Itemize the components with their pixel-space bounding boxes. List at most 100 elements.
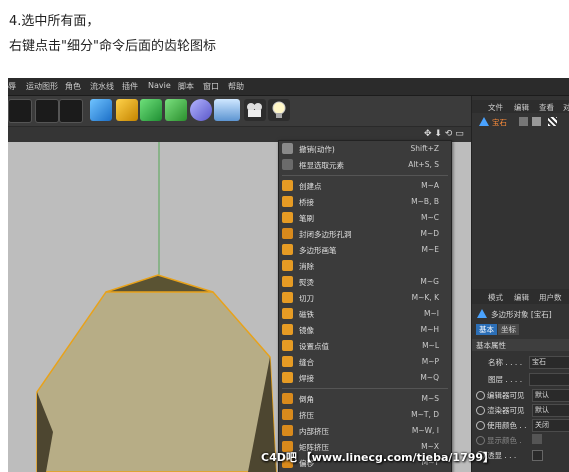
context-menu: 撤销(动作) Shift+Z 框显选取元素 Alt+S, S 创建点 M~A 桥接 M~… xyxy=(278,140,452,472)
ctx-dissolve[interactable]: 消除 xyxy=(279,258,451,274)
caption-step: 4.选中所有面， xyxy=(9,14,100,29)
animate-dot-icon[interactable] xyxy=(476,391,485,400)
ctx-bevel[interactable]: 倒角 M~S xyxy=(279,391,451,407)
polygon-pen-icon xyxy=(282,244,293,255)
tab-object[interactable]: 对 xyxy=(563,102,569,113)
menu-separator xyxy=(282,388,448,389)
animate-dot-icon[interactable] xyxy=(476,436,485,445)
menu-item-window[interactable]: 窗口 xyxy=(203,81,219,92)
field-label-use-color: 使用颜色 . . xyxy=(487,421,527,430)
ctx-extrude[interactable]: 挤压 M~T, D xyxy=(279,407,451,423)
bridge-icon xyxy=(282,196,293,207)
visibility-icon[interactable] xyxy=(532,117,541,126)
brush-icon xyxy=(282,212,293,223)
field-label-display-color: 显示颜色 . xyxy=(487,436,522,445)
ctx-polygon-pen[interactable]: 多边形画笔 M~E xyxy=(279,242,451,258)
section-header: 基本属性 xyxy=(472,339,569,351)
menu-item-navie[interactable]: Navie xyxy=(148,81,171,90)
tab-view[interactable]: 查看 xyxy=(539,102,554,113)
stitch-icon xyxy=(282,356,293,367)
object-name: 宝石 xyxy=(492,118,507,127)
weld-icon xyxy=(282,372,293,383)
material-tag-icon[interactable] xyxy=(548,117,557,126)
animate-dot-icon[interactable] xyxy=(476,406,485,415)
camera-icon[interactable] xyxy=(244,99,266,121)
floor-icon[interactable] xyxy=(214,99,240,121)
name-field[interactable]: 宝石 xyxy=(529,356,569,369)
ctx-create-point[interactable]: 创建点 M~A xyxy=(279,178,451,194)
ctx-brush[interactable]: 笔刷 M~C xyxy=(279,210,451,226)
set-point-value-icon xyxy=(282,340,293,351)
frame-selected-icon xyxy=(282,159,293,170)
ctx-undo[interactable]: 撤销(动作) Shift+Z xyxy=(279,141,451,157)
field-label-name: 名称 . . . . xyxy=(488,358,523,367)
light-icon[interactable] xyxy=(268,99,290,121)
cloner-icon[interactable] xyxy=(165,99,187,121)
menu-item-plugins[interactable]: 插件 xyxy=(122,81,138,92)
ctx-knife[interactable]: 切刀 M~K, K xyxy=(279,290,451,306)
pen-spline-icon[interactable] xyxy=(116,99,138,121)
xray-checkbox[interactable] xyxy=(532,450,543,461)
layer-field[interactable] xyxy=(529,373,569,386)
extrude-icon xyxy=(282,409,293,420)
ctx-magnet[interactable]: 磁铁 M~I xyxy=(279,306,451,322)
ctx-extrude-inner[interactable]: 内部挤压 M~W, I xyxy=(279,423,451,439)
deformer-icon[interactable] xyxy=(190,99,212,121)
ctx-weld[interactable]: 焊接 M~Q xyxy=(279,370,451,386)
dissolve-icon xyxy=(282,260,293,271)
display-color-swatch[interactable] xyxy=(532,434,542,444)
render-picture-viewer-icon[interactable] xyxy=(35,99,59,123)
section-title: 基本属性 xyxy=(476,341,506,350)
viewport-nav-icons[interactable]: ✥ ⬇ ⟲ ▭ xyxy=(424,129,464,139)
menu-separator xyxy=(282,175,448,176)
field-label-layer: 图层 . . . . xyxy=(488,375,523,384)
cube-icon[interactable] xyxy=(90,99,112,121)
extrude-inner-icon xyxy=(282,425,293,436)
tab-edit[interactable]: 编辑 xyxy=(514,102,529,113)
render-settings-icon[interactable] xyxy=(59,99,83,123)
ctx-iron[interactable]: 熨烫 M~G xyxy=(279,274,451,290)
menu-item-render[interactable]: 辱 xyxy=(8,81,16,92)
attributes-panel-tabs: 模式 编辑 用户数 xyxy=(472,289,569,304)
gem-model[interactable] xyxy=(36,291,277,472)
menu-item-help[interactable]: 帮助 xyxy=(228,81,244,92)
tab-file[interactable]: 文件 xyxy=(488,102,503,113)
ctx-stitch[interactable]: 缝合 M~P xyxy=(279,354,451,370)
tab-mode[interactable]: 模式 xyxy=(488,292,503,303)
bevel-icon xyxy=(282,393,293,404)
menu-item-script[interactable]: 脚本 xyxy=(178,81,194,92)
right-panel: 文件 编辑 查看 对 宝石 模式 编辑 用户数 多边形对象 [宝石] 基本 坐标… xyxy=(471,96,569,472)
toolbar xyxy=(8,96,471,127)
attributes-object-title: 多边形对象 [宝石] xyxy=(491,310,552,319)
editor-visible-dropdown[interactable]: 默认 xyxy=(532,389,569,402)
ctx-bridge[interactable]: 桥接 M~B, B xyxy=(279,194,451,210)
subdivision-surface-icon[interactable] xyxy=(140,99,162,121)
c4d-screenshot: 辱 运动图形 角色 流水线 插件 Navie 脚本 窗口 帮助 ✥ ⬇ ⟲ ▭ xyxy=(8,78,569,472)
animate-dot-icon[interactable] xyxy=(476,421,485,430)
tab-basic[interactable]: 基本 xyxy=(476,324,497,335)
object-row-gem[interactable]: 宝石 xyxy=(472,116,569,128)
tab-coord[interactable]: 坐标 xyxy=(498,324,519,335)
menu-bar: 辱 运动图形 角色 流水线 插件 Navie 脚本 窗口 帮助 xyxy=(8,78,569,96)
menu-item-mograph[interactable]: 运动图形 xyxy=(26,81,58,92)
render-view-icon[interactable] xyxy=(8,99,32,123)
tab-user-data[interactable]: 用户数 xyxy=(539,292,562,303)
ctx-set-point-value[interactable]: 设置点值 M~L xyxy=(279,338,451,354)
knife-icon xyxy=(282,292,293,303)
ctx-mirror[interactable]: 镜像 M~H xyxy=(279,322,451,338)
caption-instruction: 右键点击"细分"命令后面的齿轮图标 xyxy=(9,39,216,54)
tab-edit-attributes[interactable]: 编辑 xyxy=(514,292,529,303)
objects-panel-tabs: 文件 编辑 查看 对 xyxy=(472,100,569,113)
iron-icon xyxy=(282,276,293,287)
magnet-icon xyxy=(282,308,293,319)
menu-item-pipeline[interactable]: 流水线 xyxy=(90,81,114,92)
menu-item-character[interactable]: 角色 xyxy=(65,81,81,92)
ctx-close-polygon-hole[interactable]: 封闭多边形孔洞 M~D xyxy=(279,226,451,242)
layer-icon[interactable] xyxy=(519,117,528,126)
mirror-icon xyxy=(282,324,293,335)
use-color-dropdown[interactable]: 关闭 xyxy=(532,419,569,432)
render-visible-dropdown[interactable]: 默认 xyxy=(532,404,569,417)
create-point-icon xyxy=(282,180,293,191)
watermark: C4D吧 【www.linecg.com/tieba/1799】 xyxy=(261,451,495,464)
ctx-frame-selected[interactable]: 框显选取元素 Alt+S, S xyxy=(279,157,451,173)
